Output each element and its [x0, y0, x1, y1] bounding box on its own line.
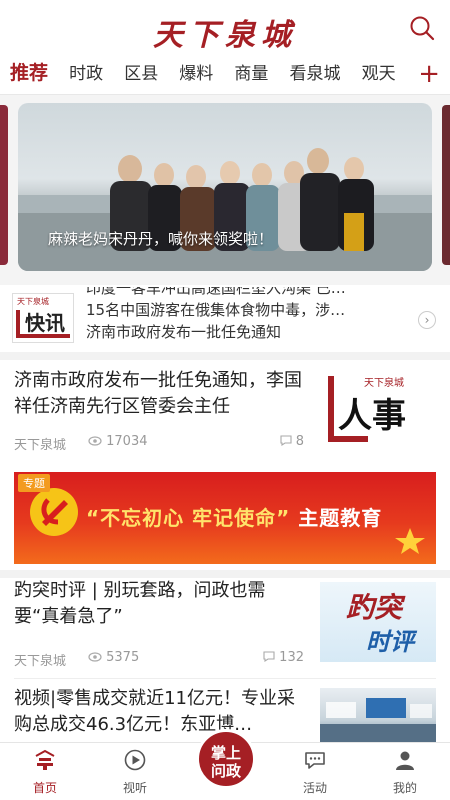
tab-tips[interactable]: 爆料 — [179, 57, 213, 91]
tab-strip: 推荐 时政 区县 爆料 商量 看泉城 观天 — [10, 56, 406, 94]
news-source: 天下泉城 — [14, 654, 67, 669]
eye-icon — [88, 436, 102, 446]
news-views: 5375 — [88, 650, 139, 665]
section-separator — [0, 570, 450, 578]
banner-slogan-suffix: 主题教育 — [298, 506, 383, 530]
nav-video-label: 视听 — [122, 781, 147, 795]
news-item[interactable]: 济南市政府发布一批任免通知，李国祥任济南先行区管委会主任 天下泉城 17034 … — [0, 360, 450, 470]
news-source: 天下泉城 — [14, 438, 67, 453]
app-logo: 天下泉城 — [153, 18, 297, 53]
news-item[interactable]: 趵突时评 | 别玩套路，问政也需要“真着急了” 天下泉城 5375 132 趵突… — [0, 578, 450, 678]
tab-watch[interactable]: 观天 — [362, 57, 396, 91]
banner-slogan-quote: “不忘初心 牢记使命” — [86, 506, 291, 530]
chat-icon — [305, 752, 325, 769]
nav-activity-label: 活动 — [302, 781, 327, 795]
nav-video[interactable]: 视听 — [100, 749, 170, 796]
flash-line[interactable]: 15名中国游客在俄集体食物中毒，涉… — [86, 299, 410, 321]
news-views-count: 5375 — [106, 650, 140, 665]
eye-icon — [88, 652, 102, 662]
flash-line[interactable]: 济南市政府发布一批任免通知 — [86, 321, 410, 343]
news-comments: 132 — [263, 650, 304, 665]
news-title[interactable]: 视频|零售成交就近11亿元！专业采购总成交46.3亿元！东亚博… — [14, 686, 304, 738]
banner-next-peek[interactable] — [442, 105, 450, 265]
nav-activity[interactable]: 活动 — [280, 749, 350, 796]
thumb-brand: 天下泉城 — [364, 378, 404, 389]
thumb-title: 人事 — [338, 396, 406, 436]
nav-home-label: 首页 — [32, 781, 57, 795]
news-views-count: 17034 — [106, 434, 148, 449]
news-thumbnail: 天下泉城 人事 — [320, 370, 436, 450]
news-comments: 8 — [280, 434, 304, 449]
search-button[interactable] — [408, 14, 436, 42]
section-separator — [0, 352, 450, 360]
news-title[interactable]: 趵突时评 | 别玩套路，问政也需要“真着急了” — [14, 578, 304, 630]
nav-profile[interactable]: 我的 — [370, 749, 440, 796]
news-comments-count: 132 — [279, 650, 304, 665]
nav-center-line2: 问政 — [210, 762, 241, 780]
nav-home[interactable]: 首页 — [10, 749, 80, 796]
tab-discuss[interactable]: 商量 — [234, 57, 268, 91]
channel-tabs: 推荐 时政 区县 爆料 商量 看泉城 观天 + — [0, 56, 450, 94]
bottom-navigation: 首页 视听 掌上 问政 活动 我的 — [0, 729, 450, 800]
home-icon — [35, 749, 55, 770]
chevron-right-icon[interactable]: › — [418, 311, 436, 329]
banner-prev-peek[interactable] — [0, 105, 8, 265]
thumb-subtitle: 时评 — [366, 628, 414, 656]
nav-profile-label: 我的 — [392, 781, 417, 795]
banner-slide[interactable]: 麻辣老妈宋丹丹，喊你来领奖啦！ — [18, 103, 432, 271]
news-title[interactable]: 济南市政府发布一批任免通知，李国祥任济南先行区管委会主任 — [14, 368, 304, 420]
star-decoration — [395, 528, 425, 554]
app-root: 天下泉城 推荐 时政 区县 爆料 商量 看泉城 观天 + 麻辣老妈宋丹丹，喊你来… — [0, 0, 450, 800]
flash-news-lines: 印度一客车冲出高速国栏坠入沟渠 已… 15名中国游客在俄集体食物中毒，涉… 济南… — [86, 287, 410, 349]
banner-slogan: “不忘初心 牢记使命” 主题教育 — [86, 502, 382, 531]
add-channel-button[interactable]: + — [418, 59, 440, 89]
news-meta: 天下泉城 17034 8 — [14, 434, 304, 453]
play-icon — [124, 749, 146, 771]
flash-news[interactable]: 天下泉城 快讯 印度一客车冲出高速国栏坠入沟渠 已… 15名中国游客在俄集体食物… — [0, 287, 450, 349]
flash-news-logo: 天下泉城 快讯 — [12, 293, 74, 343]
nav-center-line1: 掌上 — [210, 744, 241, 762]
news-divider — [14, 678, 436, 679]
thumb-accent-bar — [328, 376, 334, 442]
news-thumbnail: 趵突 时评 — [320, 582, 436, 662]
topic-tag: 专题 — [18, 474, 50, 492]
header: 天下泉城 — [0, 0, 450, 56]
flash-logo-label: 快讯 — [16, 310, 70, 338]
news-meta: 天下泉城 5375 132 — [14, 650, 304, 669]
comment-icon — [280, 435, 292, 447]
news-comments-count: 8 — [295, 434, 304, 449]
tab-view-city[interactable]: 看泉城 — [289, 57, 340, 91]
flash-logo-brand: 天下泉城 — [17, 297, 49, 306]
tab-recommend[interactable]: 推荐 — [10, 56, 48, 90]
user-icon — [396, 751, 414, 770]
thumb-title: 趵突 — [346, 591, 403, 624]
expo-photo — [320, 698, 436, 742]
nav-ask-government[interactable]: 掌上 问政 — [196, 729, 256, 789]
tab-politics[interactable]: 时政 — [69, 57, 103, 91]
search-icon — [410, 16, 435, 41]
news-views: 17034 — [88, 434, 148, 449]
news-thumbnail — [320, 688, 436, 742]
tab-districts[interactable]: 区县 — [124, 57, 158, 91]
flash-line[interactable]: 印度一客车冲出高速国栏坠入沟渠 已… — [86, 287, 410, 299]
banner-caption: 麻辣老妈宋丹丹，喊你来领奖啦！ — [48, 230, 274, 248]
banner-carousel: 麻辣老妈宋丹丹，喊你来领奖啦！ — [0, 95, 450, 285]
theme-education-banner[interactable]: 专题 “不忘初心 牢记使命” 主题教育 — [14, 472, 436, 564]
thumb-accent-bar — [328, 436, 368, 442]
comment-icon — [263, 651, 275, 663]
